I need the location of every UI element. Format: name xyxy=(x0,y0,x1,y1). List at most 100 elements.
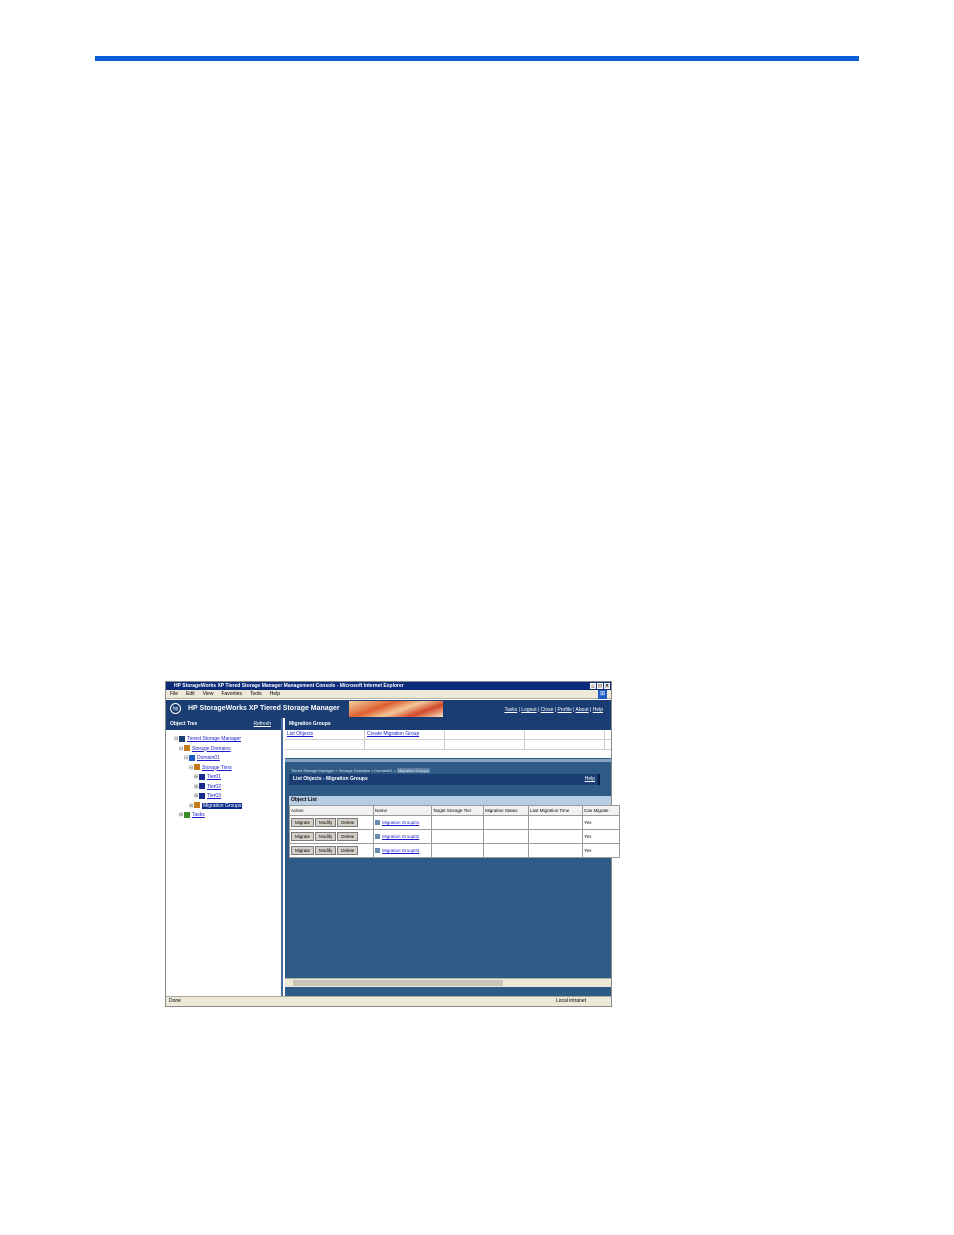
object-list: Object List Action Name Target Storage T… xyxy=(289,796,620,858)
migration-groups-empty-row xyxy=(285,740,611,750)
hp-logo-icon: hp xyxy=(170,703,181,714)
menu-view[interactable]: View xyxy=(203,690,214,698)
tree-node-label[interactable]: Tier01 xyxy=(207,774,221,780)
scrollbar-thumb[interactable] xyxy=(293,980,503,986)
migration-groups-frame: Migration Groups List Objects Create Mig… xyxy=(285,718,611,758)
modify-button[interactable]: Modify xyxy=(315,818,337,827)
cell: Create Migration Group xyxy=(365,730,445,739)
menu-file[interactable]: File xyxy=(170,690,178,698)
tree-node[interactable]: ⊞ Tasks xyxy=(166,811,281,821)
column-header[interactable]: Can Migrate xyxy=(582,805,620,816)
menu-favorites[interactable]: Favorites xyxy=(221,690,242,698)
tree-node[interactable]: ⊞ Tier01 xyxy=(166,773,281,783)
column-header[interactable]: Name xyxy=(373,805,432,816)
modify-button[interactable]: Modify xyxy=(315,832,337,841)
refresh-link[interactable]: Refresh xyxy=(253,718,271,730)
tree-node-label[interactable]: Storage Tiers xyxy=(202,765,232,771)
tiers-icon xyxy=(194,764,200,771)
migration-groups-title: Migration Groups xyxy=(285,718,611,730)
name-cell: Migration Group03 xyxy=(373,843,432,858)
tree-node-label[interactable]: Tiered Storage Manager xyxy=(187,736,241,742)
link-close[interactable]: Close xyxy=(541,707,554,713)
link-profile[interactable]: Profile xyxy=(558,707,572,713)
tree-node[interactable]: ⊟ Storage Domains xyxy=(166,745,281,755)
column-header[interactable]: Migration Status xyxy=(483,805,529,816)
domain-icon xyxy=(189,754,195,761)
migration-group-link[interactable]: Migration Group02 xyxy=(382,834,419,839)
migrate-button[interactable]: Migrate xyxy=(291,846,315,855)
table-body: Migrate Modify Delete Migration Group01 Yes M… xyxy=(289,815,620,858)
header-banner-image xyxy=(349,701,443,717)
menu-edit[interactable]: Edit xyxy=(186,690,195,698)
cell xyxy=(525,740,605,749)
delete-button[interactable]: Delete xyxy=(337,846,359,855)
menu-help[interactable]: Help xyxy=(270,690,280,698)
window-titlebar: HP StorageWorks XP Tiered Storage Manage… xyxy=(166,682,611,690)
status-text: Done xyxy=(169,998,181,1004)
cell xyxy=(525,730,605,739)
tree-node[interactable]: ⊟ Domain01 xyxy=(166,754,281,764)
can-cell: Yes xyxy=(582,829,620,844)
help-link[interactable]: Help xyxy=(585,774,595,785)
create-migration-group-link[interactable]: Create Migration Group xyxy=(367,731,419,737)
header-links: Tasks | Logout | Close | Profile | About… xyxy=(504,707,603,713)
breadcrumb-item[interactable]: Tiered Storage Manager xyxy=(291,768,334,773)
tree-node[interactable]: ⊞ Tier02 xyxy=(166,783,281,793)
breadcrumb-item[interactable]: Storage Domains xyxy=(339,768,370,773)
tree-node-label[interactable]: Storage Domains xyxy=(192,746,231,752)
migrate-button[interactable]: Migrate xyxy=(291,818,315,827)
maximize-button[interactable]: □ xyxy=(597,683,603,689)
migration-group-link[interactable]: Migration Group01 xyxy=(382,820,419,825)
list-title: List Objects - Migration Groups xyxy=(293,776,368,782)
horizontal-scrollbar[interactable] xyxy=(285,978,611,987)
tree-node[interactable]: ⊟ Tiered Storage Manager xyxy=(166,735,281,745)
target-cell xyxy=(431,829,484,844)
windows-flag-icon: ⊞ xyxy=(598,690,607,699)
delete-button[interactable]: Delete xyxy=(337,818,359,827)
tasks-icon xyxy=(184,811,190,818)
last-cell xyxy=(528,815,583,830)
tree-node[interactable]: ⊞ Migration Groups xyxy=(166,802,281,812)
tree-node[interactable]: ⊞ Tier03 xyxy=(166,792,281,802)
tree-node-label[interactable]: Tier02 xyxy=(207,784,221,790)
page-top-rule xyxy=(95,56,859,61)
link-about[interactable]: About xyxy=(576,707,589,713)
cell xyxy=(445,730,525,739)
delete-button[interactable]: Delete xyxy=(337,832,359,841)
list-content: Tiered Storage Manager > Storage Domains… xyxy=(285,762,620,987)
table-row: Migrate Modify Delete Migration Group03 Yes xyxy=(289,843,620,858)
tree-node-label[interactable]: Migration Groups xyxy=(202,802,243,809)
tree-node-label[interactable]: Tier03 xyxy=(207,793,221,799)
column-header[interactable]: Action xyxy=(289,805,374,816)
link-tasks[interactable]: Tasks xyxy=(504,707,517,713)
column-header[interactable]: Target Storage Tier xyxy=(431,805,484,816)
tree-node-label[interactable]: Tasks xyxy=(192,812,205,818)
breadcrumb-current: Migration Groups xyxy=(397,768,430,773)
migrate-button[interactable]: Migrate xyxy=(291,832,315,841)
modify-button[interactable]: Modify xyxy=(315,846,337,855)
tier-icon xyxy=(199,783,205,790)
action-cell: Migrate Modify Delete xyxy=(289,815,374,830)
migration-groups-icon xyxy=(194,802,200,809)
table-row: Migrate Modify Delete Migration Group01 Yes xyxy=(289,815,620,830)
menu-bar: File Edit View Favorites Tools Help xyxy=(166,690,611,699)
main-pane: Migration Groups List Objects Create Mig… xyxy=(285,718,620,997)
minimize-button[interactable]: _ xyxy=(590,683,596,689)
status-cell xyxy=(483,843,529,858)
migration-group-icon xyxy=(375,834,380,840)
link-logout[interactable]: Logout xyxy=(521,707,536,713)
tier-icon xyxy=(199,792,205,799)
cell xyxy=(285,740,365,749)
migration-group-icon xyxy=(375,848,380,854)
object-table: Action Name Target Storage Tier Migratio… xyxy=(289,805,620,858)
tree-node-label[interactable]: Domain01 xyxy=(197,755,220,761)
security-zone: Local intranet xyxy=(555,998,586,1004)
close-button[interactable]: × xyxy=(604,683,610,689)
column-header[interactable]: Last Migration Time xyxy=(528,805,583,816)
menu-tools[interactable]: Tools xyxy=(250,690,262,698)
list-objects-link[interactable]: List Objects xyxy=(287,731,313,737)
migration-group-link[interactable]: Migration Group03 xyxy=(382,848,419,853)
tree-node[interactable]: ⊟ Storage Tiers xyxy=(166,764,281,774)
breadcrumb-item[interactable]: Domain01 xyxy=(374,768,392,773)
link-help[interactable]: Help xyxy=(593,707,603,713)
